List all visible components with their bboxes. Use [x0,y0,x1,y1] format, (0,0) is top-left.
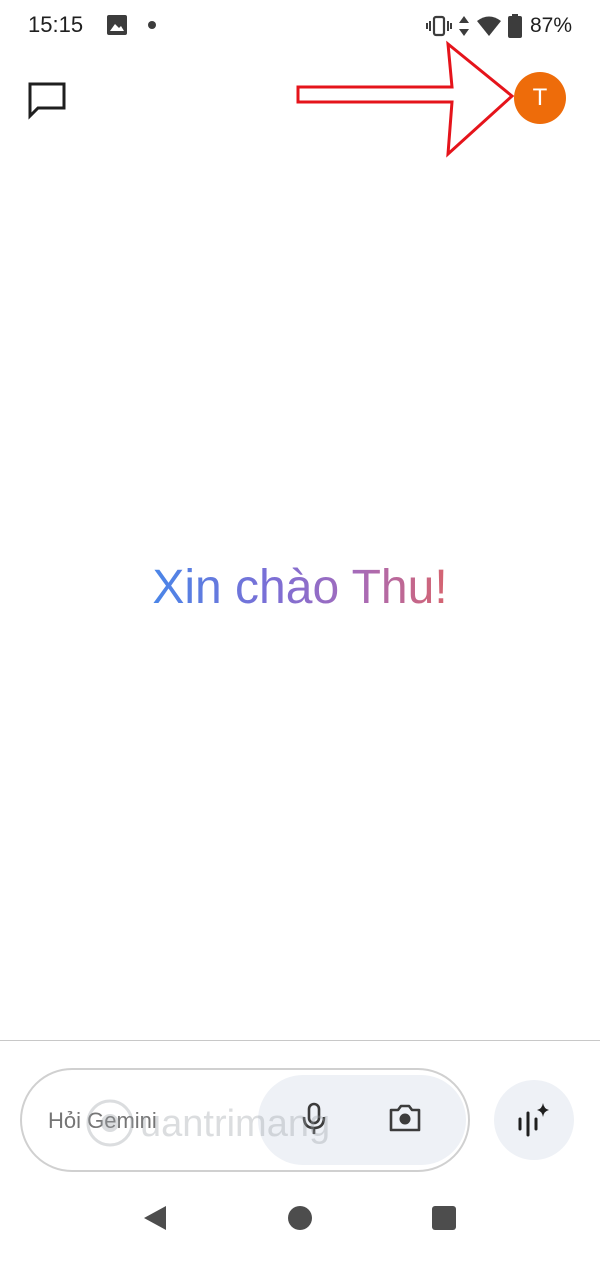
divider [0,1040,600,1041]
status-icons: 87% [425,12,572,40]
avatar-initial: T [532,84,548,111]
data-arrows-icon [458,16,469,36]
greeting: Xin chào Thu! [0,560,600,615]
recent-apps-icon[interactable] [432,1206,456,1230]
prompt-input[interactable] [48,1108,248,1134]
microphone-icon[interactable] [302,1102,326,1136]
image-icon [107,15,127,35]
red-arrow-annotation [296,40,515,158]
prompt-input-container[interactable] [20,1068,470,1172]
input-actions [258,1075,466,1165]
back-icon[interactable] [142,1204,168,1232]
greeting-text: Xin chào Thu! [152,561,448,614]
status-time: 15:15 [28,12,84,37]
home-icon[interactable] [288,1206,312,1230]
battery-percent: 87% [529,14,572,37]
chat-bubble-icon[interactable] [26,80,68,120]
gemini-live-icon [518,1103,549,1137]
avatar[interactable]: T [514,72,566,124]
notification-dot-icon [148,21,156,29]
vibrate-icon [425,15,452,37]
battery-icon [507,14,522,38]
gemini-live-button[interactable] [494,1080,574,1160]
wifi-icon [476,16,501,36]
camera-icon[interactable] [388,1102,422,1134]
system-nav-bar [0,1190,600,1267]
